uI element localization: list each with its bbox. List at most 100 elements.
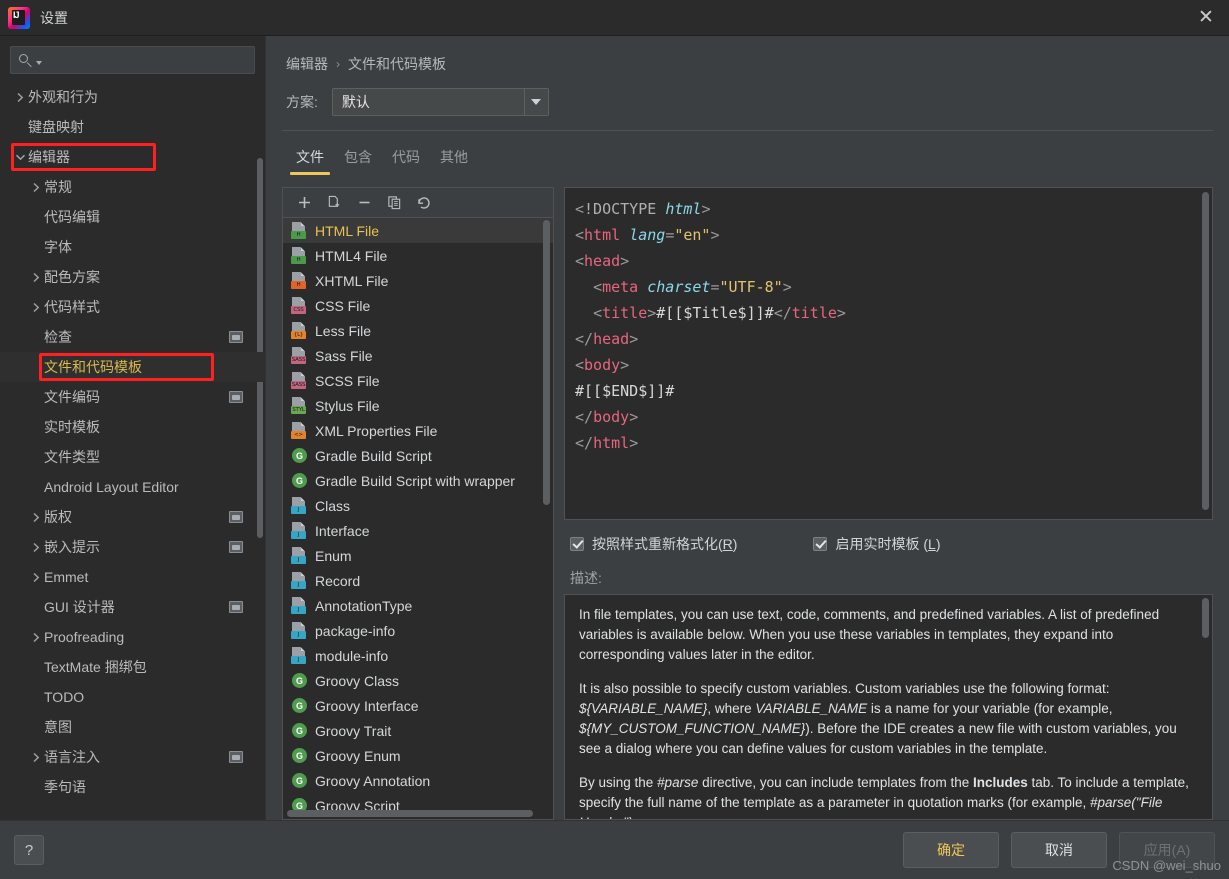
template-code-editor[interactable]: <!DOCTYPE html> <html lang="en"> <head> … xyxy=(564,187,1213,520)
sidebar-item-20[interactable]: TODO xyxy=(0,682,265,712)
list-item[interactable]: SASS SCSS File xyxy=(283,368,553,393)
chevron-down-icon[interactable] xyxy=(12,153,28,162)
sidebar-item-10[interactable]: 文件编码 xyxy=(0,382,265,412)
list-item[interactable]: Jpackage-info xyxy=(283,618,553,643)
list-item[interactable]: G Groovy Class xyxy=(283,668,553,693)
sidebar-item-0[interactable]: 外观和行为 xyxy=(0,82,265,112)
tab-2[interactable]: 代码 xyxy=(382,137,430,175)
intellij-idea-logo-icon xyxy=(8,6,30,29)
help-button[interactable]: ? xyxy=(14,835,44,865)
sidebar-item-3[interactable]: 常规 xyxy=(0,172,265,202)
list-item[interactable]: G Gradle Build Script with wrapper xyxy=(283,468,553,493)
list-item[interactable]: G Groovy Interface xyxy=(283,693,553,718)
sidebar-item-7[interactable]: 代码样式 xyxy=(0,292,265,322)
chevron-down-icon[interactable] xyxy=(523,89,548,115)
sidebar-item-11[interactable]: 实时模板 xyxy=(0,412,265,442)
window-title: 设置 xyxy=(40,9,68,26)
list-item[interactable]: SASS Sass File xyxy=(283,343,553,368)
sidebar-item-9[interactable]: 文件和代码模板 xyxy=(0,352,265,382)
list-item[interactable]: {L} Less File xyxy=(283,318,553,343)
copy-template-icon[interactable] xyxy=(321,191,347,215)
sidebar-item-21[interactable]: 意图 xyxy=(0,712,265,742)
duplicate-icon[interactable] xyxy=(381,191,407,215)
template-list-hscrollbar-thumb[interactable] xyxy=(287,810,533,817)
remove-icon[interactable] xyxy=(351,191,377,215)
chevron-right-icon[interactable] xyxy=(28,272,44,283)
search-input[interactable] xyxy=(48,52,246,68)
scheme-dropdown[interactable]: 默认 xyxy=(331,88,549,116)
editor-scrollbar-thumb[interactable] xyxy=(1202,192,1209,510)
list-item[interactable]: J Interface xyxy=(283,518,553,543)
chevron-right-icon[interactable] xyxy=(28,302,44,313)
checkbox-1[interactable]: 启用实时模板 (L) xyxy=(813,534,941,554)
sidebar-item-23[interactable]: 季句语 xyxy=(0,772,265,802)
sidebar-item-18[interactable]: Proofreading xyxy=(0,622,265,652)
sidebar-item-1[interactable]: 键盘映射 xyxy=(0,112,265,142)
template-list[interactable]: H HTML File H HTML4 File H XHTML File CSS CSS F… xyxy=(283,218,553,819)
sidebar-item-label: GUI 设计器 xyxy=(44,599,115,615)
close-icon[interactable]: ✕ xyxy=(1183,0,1229,36)
chevron-right-icon[interactable] xyxy=(28,542,44,553)
list-item[interactable]: G Gradle Build Script xyxy=(283,443,553,468)
reset-icon[interactable] xyxy=(411,191,437,215)
sidebar-item-22[interactable]: 语言注入 xyxy=(0,742,265,772)
list-item[interactable]: <> XML Properties File xyxy=(283,418,553,443)
java-annotation-icon: J xyxy=(291,597,308,614)
tab-1[interactable]: 包含 xyxy=(334,137,382,175)
description-scrollbar-thumb[interactable] xyxy=(1202,598,1209,638)
sidebar-item-13[interactable]: Android Layout Editor xyxy=(0,472,265,502)
list-item-label: Less File xyxy=(315,322,372,339)
list-item-label: Interface xyxy=(315,522,370,539)
list-item[interactable]: H XHTML File xyxy=(283,268,553,293)
list-item[interactable]: STYL Stylus File xyxy=(283,393,553,418)
list-item[interactable]: J Class xyxy=(283,493,553,518)
list-item[interactable]: J Enum xyxy=(283,543,553,568)
chevron-right-icon[interactable] xyxy=(12,92,28,103)
tab-0[interactable]: 文件 xyxy=(286,137,334,175)
title-bar: 设置 ✕ xyxy=(0,0,1229,36)
checkbox-box[interactable] xyxy=(813,537,828,551)
list-item[interactable]: CSS CSS File xyxy=(283,293,553,318)
breadcrumb-parent[interactable]: 编辑器 xyxy=(286,54,328,74)
list-item[interactable]: J AnnotationType xyxy=(283,593,553,618)
java-record-icon: J xyxy=(291,572,308,589)
list-item[interactable]: G Groovy Trait xyxy=(283,718,553,743)
sidebar-item-label: TextMate 捆绑包 xyxy=(44,659,147,675)
ok-button[interactable]: 确定 xyxy=(903,832,999,868)
breadcrumb-current: 文件和代码模板 xyxy=(348,56,446,72)
sidebar-item-17[interactable]: GUI 设计器 xyxy=(0,592,265,622)
list-item[interactable]: G Groovy Enum xyxy=(283,743,553,768)
search-dropdown-caret-icon[interactable] xyxy=(36,60,42,65)
sidebar-item-6[interactable]: 配色方案 xyxy=(0,262,265,292)
sidebar-item-15[interactable]: 嵌入提示 xyxy=(0,532,265,562)
chevron-right-icon[interactable] xyxy=(28,182,44,193)
breadcrumb: 编辑器 › 文件和代码模板 xyxy=(266,36,1229,74)
chevron-right-icon[interactable] xyxy=(28,572,44,583)
list-item[interactable]: H HTML4 File xyxy=(283,243,553,268)
sidebar-item-4[interactable]: 代码编辑 xyxy=(0,202,265,232)
cancel-button[interactable]: 取消 xyxy=(1011,832,1107,868)
sidebar-item-label: 版权 xyxy=(44,509,72,525)
chevron-right-icon[interactable] xyxy=(28,632,44,643)
list-item[interactable]: H HTML File xyxy=(283,218,553,243)
sidebar-item-14[interactable]: 版权 xyxy=(0,502,265,532)
search-box[interactable] xyxy=(10,46,255,74)
list-item[interactable]: Jmodule-info xyxy=(283,643,553,668)
sidebar-item-2[interactable]: 编辑器 xyxy=(0,142,265,172)
sidebar-item-19[interactable]: TextMate 捆绑包 xyxy=(0,652,265,682)
chevron-right-icon[interactable] xyxy=(28,752,44,763)
list-item[interactable]: J Record xyxy=(283,568,553,593)
list-item[interactable]: G Groovy Annotation xyxy=(283,768,553,793)
sidebar-item-8[interactable]: 检查 xyxy=(0,322,265,352)
template-list-scrollbar-thumb[interactable] xyxy=(543,220,550,505)
add-icon[interactable] xyxy=(291,191,317,215)
sidebar-item-label: 实时模板 xyxy=(44,419,100,435)
sidebar-item-12[interactable]: 文件类型 xyxy=(0,442,265,472)
checkbox-box[interactable] xyxy=(570,537,584,551)
sidebar-item-5[interactable]: 字体 xyxy=(0,232,265,262)
tab-3[interactable]: 其他 xyxy=(430,137,478,175)
sidebar-item-16[interactable]: Emmet xyxy=(0,562,265,592)
checkbox-0[interactable]: 按照样式重新格式化(R) xyxy=(570,534,737,554)
chevron-right-icon[interactable] xyxy=(28,512,44,523)
gradle-icon: G xyxy=(291,472,308,489)
